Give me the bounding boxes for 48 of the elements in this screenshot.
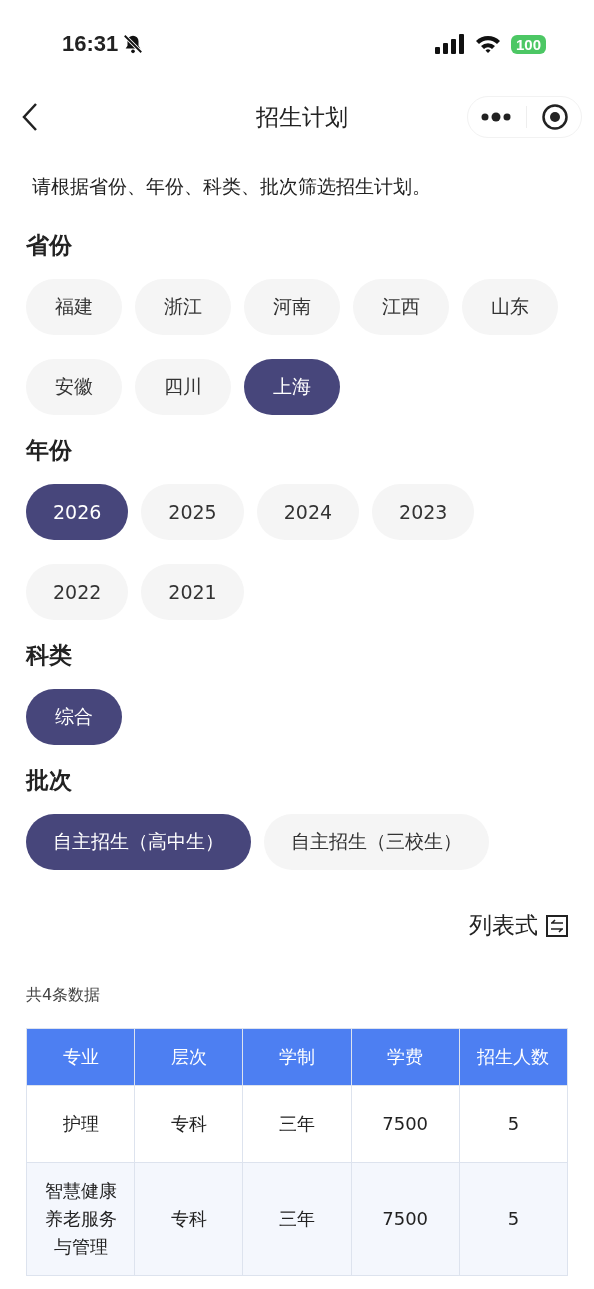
filter-chip[interactable]: 福建 [26,279,122,335]
filter-chip[interactable]: 浙江 [135,279,231,335]
table-cell: 5 [459,1162,568,1276]
filter-chip[interactable]: 山东 [462,279,558,335]
filter-chip[interactable]: 安徽 [26,359,122,415]
intro-text: 请根据省份、年份、科类、批次筛选招生计划。 [31,174,432,199]
record-count: 共4条数据 [26,985,102,1006]
page-title: 招生计划 [256,102,348,132]
filter-chip[interactable]: 自主招生（三校生） [264,814,489,870]
more-icon[interactable] [480,111,512,123]
table-cell: 智慧健康养老服务与管理 [26,1162,135,1276]
battery-level: 100 [510,34,546,54]
status-time: 16:31 [62,31,119,57]
filter-chip[interactable]: 2023 [372,484,475,540]
filter-chip[interactable]: 综合 [26,689,122,745]
filter-chip[interactable]: 上海 [244,359,340,415]
table-cell: 专科 [134,1162,243,1276]
table-cell: 三年 [242,1162,352,1276]
list-view-toggle[interactable]: 列表式 [469,910,568,941]
filter-chip[interactable]: 四川 [135,359,231,415]
list-icon [546,914,568,937]
filter-chip[interactable]: 2022 [26,564,129,620]
column-header: 专业 [26,1028,135,1086]
column-header: 招生人数 [459,1028,568,1086]
column-header: 学制 [242,1028,352,1086]
table-cell: 7500 [351,1162,460,1276]
wifi-icon [474,34,501,54]
table-cell: 7500 [351,1085,460,1163]
filter-chip[interactable]: 河南 [244,279,340,335]
filter-heading: 科类 [26,641,73,670]
filter-heading: 省份 [26,231,73,260]
filter-chip[interactable]: 2021 [141,564,244,620]
table-cell: 三年 [242,1085,352,1163]
table-cell: 护理 [26,1085,135,1163]
table-cell: 专科 [134,1085,243,1163]
filter-chip[interactable]: 2025 [141,484,244,540]
filter-chip[interactable]: 2026 [26,484,129,540]
filter-heading: 年份 [26,436,73,465]
signal-icon [434,34,465,54]
filter-chip[interactable]: 2024 [256,484,360,540]
column-header: 层次 [134,1028,243,1086]
filter-chip[interactable]: 自主招生（高中生） [26,814,251,870]
filter-heading: 批次 [26,766,73,795]
table-cell: 5 [459,1085,568,1163]
back-icon[interactable] [22,102,38,132]
close-icon[interactable] [541,103,569,131]
filter-chip[interactable]: 江西 [353,279,449,335]
column-header: 学费 [351,1028,460,1086]
